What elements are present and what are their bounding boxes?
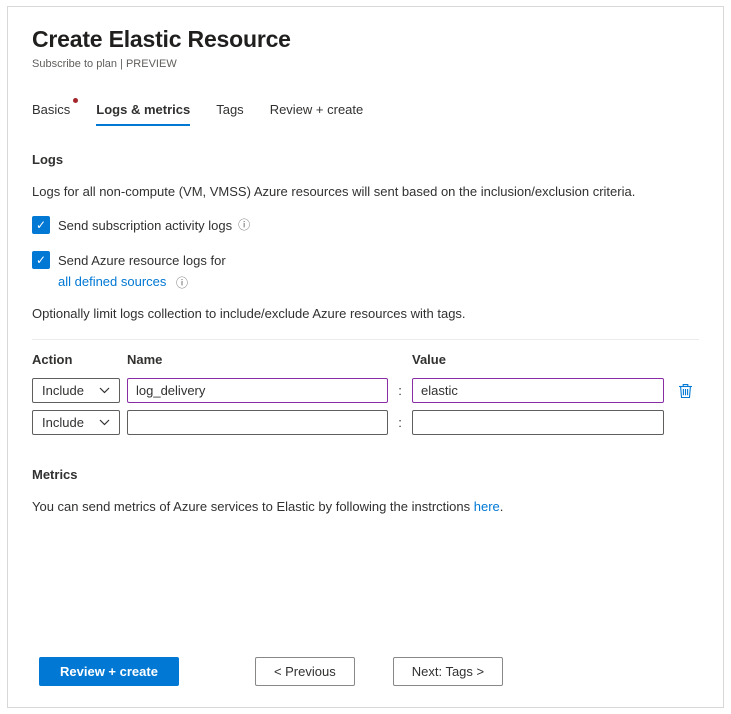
info-icon[interactable]: ⓘ	[176, 277, 188, 289]
key-value-separator: :	[395, 415, 405, 430]
logs-section-heading: Logs	[32, 152, 699, 167]
tab-basics[interactable]: Basics	[32, 102, 70, 126]
all-defined-sources-link[interactable]: all defined sources	[58, 274, 166, 289]
tag-table-header: Action Name Value	[32, 352, 699, 367]
page-title: Create Elastic Resource	[32, 26, 699, 53]
logs-description: Logs for all non-compute (VM, VMSS) Azur…	[32, 184, 699, 199]
review-create-button[interactable]: Review + create	[39, 657, 179, 686]
checkmark-icon: ✓	[36, 219, 46, 231]
subscription-activity-logs-checkbox[interactable]: ✓	[32, 216, 50, 234]
wizard-footer: Review + create < Previous Next: Tags >	[39, 657, 503, 686]
tab-bar: Basics Logs & metrics Tags Review + crea…	[32, 102, 699, 126]
tab-tags[interactable]: Tags	[216, 102, 243, 126]
azure-resource-logs-label: Send Azure resource logs for	[58, 253, 226, 268]
tab-review-create[interactable]: Review + create	[270, 102, 364, 126]
page-subtitle: Subscribe to plan | PREVIEW	[32, 58, 699, 70]
azure-resource-logs-row: ✓ Send Azure resource logs for all defin…	[32, 251, 699, 289]
action-column-header: Action	[32, 352, 120, 367]
delete-row-button[interactable]	[671, 381, 699, 401]
next-tags-button[interactable]: Next: Tags >	[393, 657, 503, 686]
action-dropdown[interactable]: Include	[32, 378, 120, 403]
subscription-activity-logs-row: ✓ Send subscription activity logs ⓘ	[32, 216, 699, 234]
tag-filter-table: Action Name Value Include :	[32, 339, 699, 435]
tag-value-input[interactable]	[412, 378, 664, 403]
value-column-header: Value	[412, 352, 664, 367]
tag-filter-row: Include :	[32, 378, 699, 403]
tag-name-input[interactable]	[127, 410, 388, 435]
subscription-activity-logs-label: Send subscription activity logs	[58, 216, 232, 233]
validation-error-dot	[73, 98, 78, 103]
previous-button[interactable]: < Previous	[255, 657, 355, 686]
metrics-section-heading: Metrics	[32, 467, 699, 482]
chevron-down-icon	[99, 419, 110, 426]
key-value-separator: :	[395, 383, 405, 398]
metrics-here-link[interactable]: here	[474, 499, 500, 514]
tag-value-input[interactable]	[412, 410, 664, 435]
action-dropdown-value: Include	[42, 383, 84, 398]
metrics-description-period: .	[500, 499, 504, 514]
tab-basics-label: Basics	[32, 102, 70, 117]
trash-icon	[678, 383, 693, 399]
tags-hint-text: Optionally limit logs collection to incl…	[32, 306, 699, 321]
tag-name-input[interactable]	[127, 378, 388, 403]
action-dropdown[interactable]: Include	[32, 410, 120, 435]
metrics-description: You can send metrics of Azure services t…	[32, 499, 699, 514]
name-column-header: Name	[127, 352, 388, 367]
chevron-down-icon	[99, 387, 110, 394]
metrics-description-text: You can send metrics of Azure services t…	[32, 499, 474, 514]
checkmark-icon: ✓	[36, 254, 46, 266]
tab-logs-metrics[interactable]: Logs & metrics	[96, 102, 190, 126]
create-elastic-resource-panel: Create Elastic Resource Subscribe to pla…	[7, 6, 724, 708]
azure-resource-logs-checkbox[interactable]: ✓	[32, 251, 50, 269]
info-icon[interactable]: ⓘ	[238, 216, 250, 231]
tag-filter-row: Include :	[32, 410, 699, 435]
action-dropdown-value: Include	[42, 415, 84, 430]
